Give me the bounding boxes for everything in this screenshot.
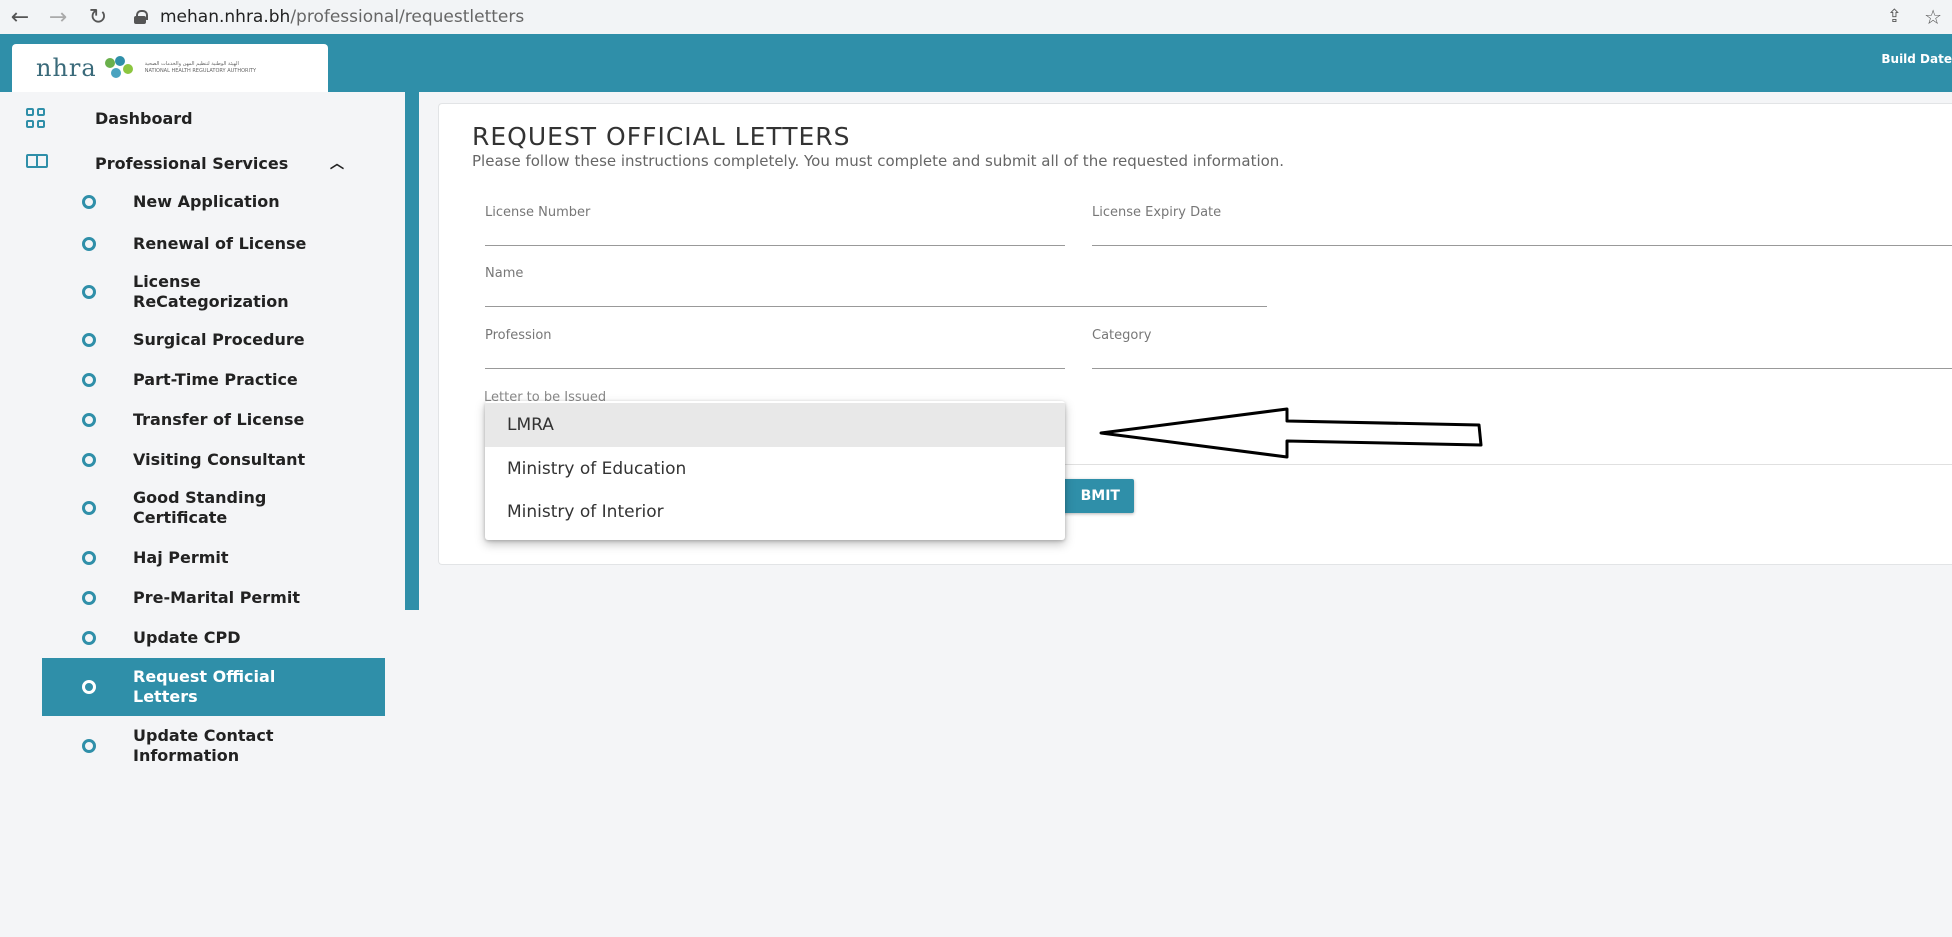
letter-to-be-issued-label: Letter to be Issued [484,390,607,401]
profession-input[interactable] [485,368,1065,369]
chevron-up-icon[interactable]: ︿ [330,153,344,173]
address-bar[interactable]: mehan.nhra.bh/professional/requestletter… [134,3,524,31]
logo-mark-icon [104,56,135,80]
sidebar-item-visiting-consultant[interactable]: Visiting Consultant [0,450,390,470]
logo-text: nhra [36,54,97,82]
browser-toolbar: ← → ↻ mehan.nhra.bh/professional/request… [0,0,1952,34]
sidebar-item-label: License ReCategorization [133,272,289,311]
sidebar-item-label: Request Official Letters [133,667,276,706]
profession-label: Profession [485,328,552,343]
logo-subtitle: الهيئة الوطنية لتنظيم المهن والخدمات الص… [145,61,256,75]
sidebar-item-dashboard[interactable]: Dashboard [0,108,390,128]
sidebar-item-professional-services[interactable]: Professional Services ︿ [0,152,390,174]
sidebar-item-label: Visiting Consultant [133,450,306,469]
circle-bullet-icon [82,333,96,347]
lock-icon [134,10,148,24]
circle-bullet-icon [82,453,96,467]
sidebar-item-label: New Application [133,192,280,211]
book-icon [26,154,48,168]
build-date-label: Build Date [1881,52,1952,66]
circle-bullet-icon [82,413,96,427]
sidebar-item-good-standing-certificate[interactable]: Good Standing Certificate [0,488,390,528]
dropdown-option-lmra[interactable]: LMRA [485,403,1065,447]
letter-type-dropdown-menu[interactable]: LMRA Ministry of Education Ministry of I… [485,401,1065,540]
circle-bullet-icon [82,739,96,753]
dashboard-grid-icon [26,108,46,128]
sidebar-item-label: Haj Permit [133,548,229,567]
dropdown-option-ministry-of-education[interactable]: Ministry of Education [485,447,1065,491]
url-host: mehan.nhra.bh [160,7,291,27]
circle-bullet-icon [82,195,96,209]
circle-bullet-icon [82,237,96,251]
submit-button-label: BMIT [1080,488,1120,504]
circle-bullet-icon [82,501,96,515]
sidebar-item-new-application[interactable]: New Application [0,192,390,212]
name-input[interactable] [485,306,1267,307]
logo-sub-english: NATIONAL HEALTH REGULATORY AUTHORITY [144,68,257,74]
sidebar-item-label: Surgical Procedure [133,330,305,349]
app-header: nhra الهيئة الوطنية لتنظيم المهن والخدما… [0,34,1952,92]
reload-icon[interactable]: ↻ [84,3,112,31]
bookmark-star-icon[interactable]: ☆ [1924,5,1942,29]
sidebar-item-part-time-practice[interactable]: Part-Time Practice [0,370,390,390]
share-icon[interactable]: ⇪ [1887,6,1902,27]
page-title: REQUEST OFFICIAL LETTERS [472,122,851,151]
sidebar-item-update-cpd[interactable]: Update CPD [0,628,390,648]
category-input[interactable] [1092,368,1952,369]
page-subtitle: Please follow these instructions complet… [472,152,1285,170]
dropdown-option-ministry-of-interior[interactable]: Ministry of Interior [485,490,1065,534]
category-label: Category [1092,328,1152,343]
sidebar-item-label: Part-Time Practice [133,370,298,389]
license-number-label: License Number [485,205,591,220]
sidebar-item-request-official-letters[interactable]: Request Official Letters [42,658,385,716]
circle-bullet-icon [82,551,96,565]
sidebar-item-label: Good Standing Certificate [133,488,267,527]
circle-bullet-icon [82,285,96,299]
sidebar-item-label: Update CPD [133,628,241,647]
back-arrow-icon[interactable]: ← [6,3,34,31]
sidebar-item-surgical-procedure[interactable]: Surgical Procedure [0,330,390,350]
sidebar-scrollbar[interactable] [405,92,419,610]
sidebar-item-license-recategorization[interactable]: License ReCategorization [0,272,390,312]
sidebar-item-label: Renewal of License [133,234,307,253]
license-expiry-input[interactable] [1092,245,1952,246]
circle-bullet-icon [82,373,96,387]
license-number-input[interactable] [485,245,1065,246]
sidebar-item-label: Update Contact Information [133,726,274,765]
sidebar-item-label: Professional Services [95,153,289,173]
sidebar-item-label: Dashboard [95,108,193,128]
circle-bullet-icon [82,631,96,645]
forward-arrow-icon[interactable]: → [44,3,72,31]
sidebar-item-haj-permit[interactable]: Haj Permit [0,548,390,568]
url-path: /professional/requestletters [290,7,525,27]
name-label: Name [485,266,524,281]
sidebar-item-renewal-of-license[interactable]: Renewal of License [0,234,390,254]
sidebar-item-update-contact-information[interactable]: Update Contact Information [0,726,390,766]
annotation-arrow-icon [1099,407,1483,459]
circle-bullet-icon [82,591,96,605]
sidebar-item-label: Transfer of License [133,410,305,429]
logo-sub-arabic: الهيئة الوطنية لتنظيم المهن والخدمات الص… [144,61,239,67]
logo[interactable]: nhra الهيئة الوطنية لتنظيم المهن والخدما… [12,44,328,92]
license-expiry-label: License Expiry Date [1092,205,1222,220]
sidebar-item-pre-marital-permit[interactable]: Pre-Marital Permit [0,588,390,608]
sidebar-item-transfer-of-license[interactable]: Transfer of License [0,410,390,430]
sidebar-item-label: Pre-Marital Permit [133,588,300,607]
circle-bullet-icon [82,680,96,694]
